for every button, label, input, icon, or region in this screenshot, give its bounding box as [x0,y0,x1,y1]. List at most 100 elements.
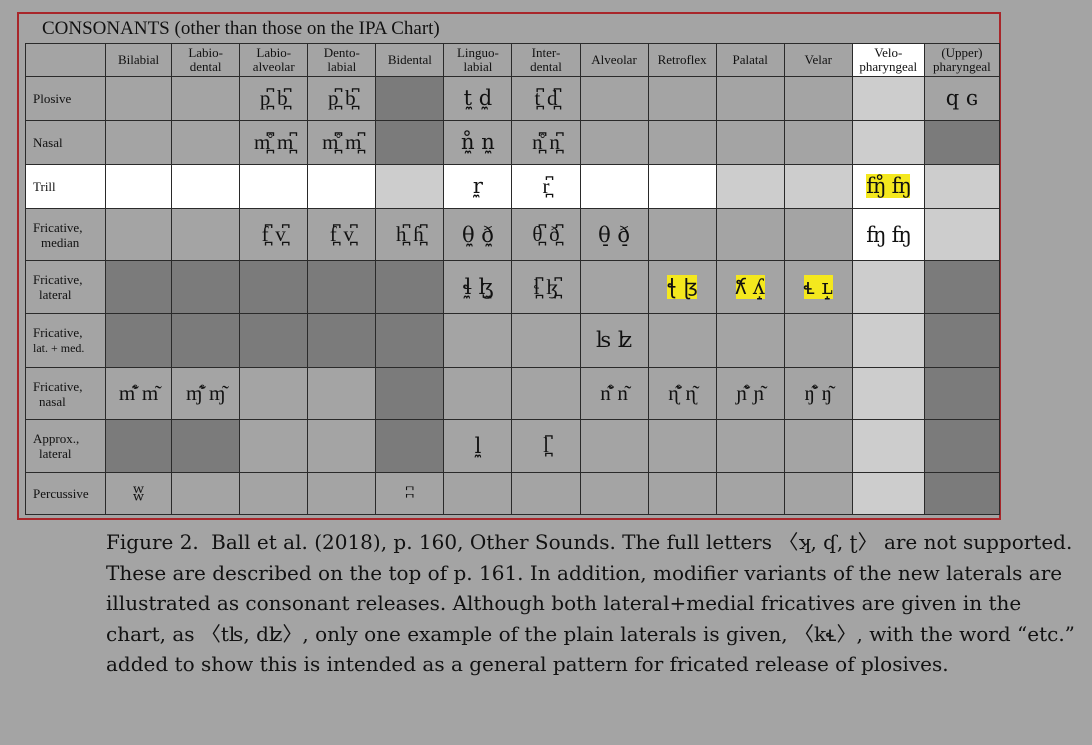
cell [783,312,853,368]
cell [579,419,649,473]
figure-caption: Figure 2. Ball et al. (2018), p. 160, Ot… [106,527,1081,680]
consonant-chart: Bilabial Labio-dental Labio-alveolar Den… [24,43,1001,516]
cell [171,419,241,473]
cell [715,207,785,262]
row-label: Fricative, lateral [24,260,107,314]
cell [647,163,717,209]
cell [923,163,1001,209]
cell [783,207,853,262]
row-plosive: Plosive p̪͆ b̪͆ p̪͆ b̪͆ t̼ d̼ t̪͆ d̪͆ q … [24,76,1001,121]
cell: n̪͆̊ n̪͆ [511,119,581,165]
cell-highlighted: 𝼆 ʎ̝ [715,260,785,314]
cell [375,76,445,121]
cell: t̪͆ d̪͆ [511,76,581,121]
col-header: Alveolar [579,43,649,77]
cell [851,260,925,314]
col-header: Palatal [715,43,785,77]
cell [647,76,717,121]
cell [171,471,241,516]
highlight-mark: 𝼄 ʟ̝ [803,275,833,300]
highlight-mark: 𝼆 ʎ̝ [735,275,765,300]
cell [783,119,853,165]
cell [851,366,925,421]
cell [923,366,1001,421]
cell: r̼ [443,163,513,209]
cell [647,471,717,516]
cell [851,471,925,516]
cell [851,419,925,473]
highlight-mark: ꞎ 𝼅 [666,275,698,300]
cell [923,419,1001,473]
col-header: Bidental [375,43,445,77]
cell [851,76,925,121]
cell [579,163,649,209]
cell [443,366,513,421]
row-label: Fricative, lat. + med. [24,312,107,368]
cell [923,119,1001,165]
cell [375,260,445,314]
row-fricative-nasal: Fricative, nasal m̊͂ m͂ ɱ̊͂ ɱ͂ n̊͂ n͂ ɳ̊͂… [24,366,1001,421]
cell: ɬ̼ ɮ̼ [443,260,513,314]
cell [105,419,173,473]
cell [579,471,649,516]
cell: θ̼ ð̼ [443,207,513,262]
row-percussive: Percussive ʬ ʭ [24,471,1001,516]
cell: m̪͆̊ m̪͆ [307,119,377,165]
cell: ʪ ʫ [579,312,649,368]
col-header: Velar [783,43,853,77]
cell [715,419,785,473]
cell [239,163,309,209]
cell [239,366,309,421]
caption-text: Ball et al. (2018), p. 160, Other Sounds… [106,530,1075,676]
cell: ɲ̊͂ ɲ͂ [715,366,785,421]
row-label: Nasal [24,119,107,165]
row-nasal: Nasal m̪͆̊ m̪͆ m̪͆̊ m̪͆ n̼̊ n̼ n̪͆̊ n̪͆ [24,119,1001,165]
highlight-mark: ʩ̊ ʩ [866,174,911,199]
cell [171,207,241,262]
cell [923,207,1001,262]
cell-highlighted: ꞎ 𝼅 [647,260,717,314]
cell: ʬ [105,471,173,516]
cell [647,119,717,165]
cell: m̪͆̊ m̪͆ [239,119,309,165]
cell [511,366,581,421]
cell [239,419,309,473]
cell [239,260,309,314]
cell [443,312,513,368]
cell [105,76,173,121]
cell: p̪͆ b̪͆ [307,76,377,121]
cell [647,207,717,262]
cell [171,312,241,368]
col-header: Inter-dental [511,43,581,77]
row-label: Fricative, median [24,207,107,262]
cell [239,471,309,516]
row-approx-lateral: Approx., lateral l̼ l̪͆ [24,419,1001,473]
cell: p̪͆ b̪͆ [239,76,309,121]
cell [307,260,377,314]
cell [783,419,853,473]
cell: r̪͆ [511,163,581,209]
cell [647,419,717,473]
cell [511,471,581,516]
cell [171,119,241,165]
cell [171,260,241,314]
col-header: Labio-alveolar [239,43,309,77]
col-header: Labio-dental [171,43,241,77]
cell [443,471,513,516]
row-label: Fricative, nasal [24,366,107,421]
cell: ŋ̊͂ ŋ͂ [783,366,853,421]
row-label: Trill [24,163,107,209]
cell [105,312,173,368]
cell [307,163,377,209]
cell [579,260,649,314]
cell [307,366,377,421]
cell [783,76,853,121]
cell: ʭ [375,471,445,516]
cell [375,119,445,165]
cell [239,312,309,368]
cell [715,471,785,516]
cell: m̊͂ m͂ [105,366,173,421]
row-trill: Trill r̼ r̪͆ ʩ̊ ʩ [24,163,1001,209]
cell: n̼̊ n̼ [443,119,513,165]
cell [105,260,173,314]
